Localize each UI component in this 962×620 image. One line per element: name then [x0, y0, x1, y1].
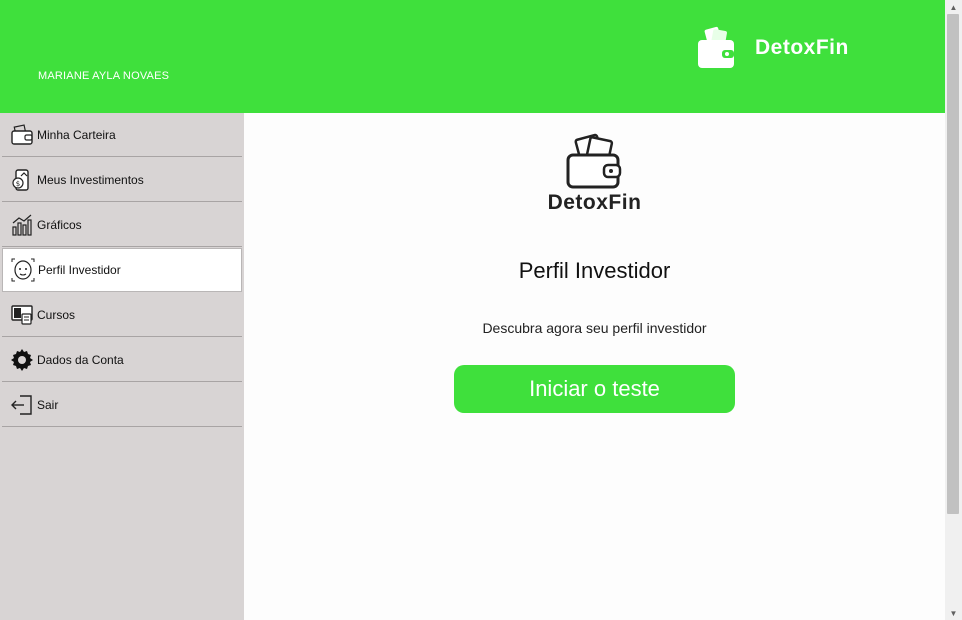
sidebar-item-label: Cursos	[37, 307, 76, 322]
investments-icon: $	[10, 168, 34, 192]
main-content: DetoxFin Perfil Investidor Descubra agor…	[244, 113, 945, 620]
scroll-up-arrow-icon[interactable]: ▲	[945, 0, 962, 14]
sidebar-item-cursos[interactable]: Cursos	[2, 293, 242, 337]
scroll-thumb[interactable]	[947, 14, 959, 514]
sidebar-item-meus-investimentos[interactable]: $ Meus Investimentos	[2, 158, 242, 202]
sidebar-item-label: Minha Carteira	[37, 127, 116, 142]
page-subtitle: Descubra agora seu perfil investidor	[482, 320, 707, 336]
page-title: Perfil Investidor	[518, 258, 671, 283]
wallet-logo-icon	[698, 26, 734, 68]
sidebar-item-perfil-investidor[interactable]: Perfil Investidor	[2, 248, 242, 292]
sidebar-item-label: Dados da Conta	[37, 352, 124, 367]
sidebar-item-minha-carteira[interactable]: Minha Carteira	[2, 113, 242, 157]
user-name: MARIANE AYLA NOVAES	[38, 70, 170, 82]
scroll-down-arrow-icon[interactable]: ▼	[945, 606, 962, 620]
svg-text:$: $	[16, 180, 20, 188]
gear-icon	[10, 348, 34, 372]
logout-icon	[10, 393, 34, 417]
sidebar-item-label: Perfil Investidor	[38, 263, 121, 277]
wallet-icon	[10, 123, 34, 147]
top-header: MARIANE AYLA NOVAES DetoxFin	[0, 0, 945, 113]
main-brand-title: DetoxFin	[547, 191, 642, 214]
profile-face-icon	[11, 258, 35, 282]
sidebar-item-label: Meus Investimentos	[37, 172, 144, 187]
vertical-scrollbar[interactable]: ▲ ▼	[945, 0, 962, 620]
sidebar-item-label: Sair	[37, 397, 59, 412]
header-brand[interactable]: DetoxFin	[696, 24, 849, 72]
brand-title: DetoxFin	[755, 36, 849, 59]
sidebar-item-graficos[interactable]: Gráficos	[2, 203, 242, 247]
sidebar: Minha Carteira $ Meus Investimentos Gráf…	[0, 113, 244, 620]
chart-icon	[10, 213, 34, 237]
start-test-button[interactable]: Iniciar o teste	[454, 365, 735, 413]
sidebar-item-dados-da-conta[interactable]: Dados da Conta	[2, 338, 242, 382]
sidebar-item-label: Gráficos	[37, 217, 82, 232]
courses-icon	[10, 303, 34, 327]
wallet-logo-icon	[566, 133, 622, 189]
sidebar-item-sair[interactable]: Sair	[2, 383, 242, 427]
